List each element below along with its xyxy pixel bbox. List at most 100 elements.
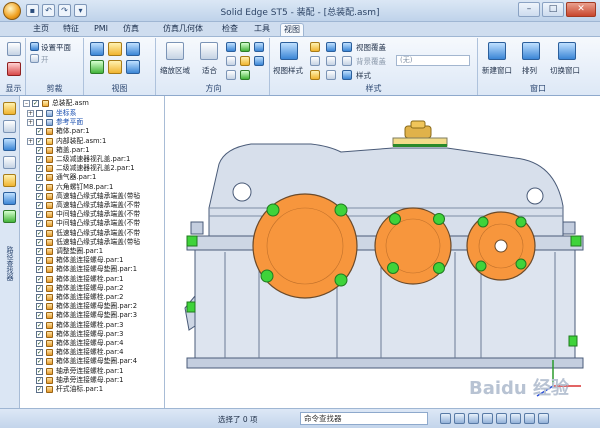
checkbox-checked-icon[interactable]: ✓ — [36, 386, 43, 393]
family-icon[interactable] — [3, 210, 16, 223]
view-overlay-icon[interactable] — [342, 42, 352, 52]
checkbox-checked-icon[interactable]: ✓ — [36, 248, 43, 255]
zoom-area-tool-icon[interactable] — [496, 413, 507, 424]
background-button[interactable]: 背景覆盖 — [356, 56, 386, 67]
fit-tool-icon[interactable] — [454, 413, 465, 424]
tab-home[interactable]: 主页 — [28, 23, 54, 36]
zoom-area-button[interactable]: 缩放区域 — [160, 65, 190, 76]
view-iso-icon[interactable] — [108, 42, 122, 56]
command-finder-input[interactable]: 命令查找器 — [300, 412, 428, 425]
zoom-area-icon[interactable] — [166, 42, 184, 60]
zoom-icon[interactable] — [226, 42, 236, 52]
view-front-icon[interactable] — [90, 42, 104, 56]
checkbox-checked-icon[interactable]: ✓ — [36, 192, 43, 200]
new-window-icon[interactable] — [488, 42, 506, 60]
checkbox-checked-icon[interactable]: ✓ — [36, 376, 43, 384]
checkbox-checked-icon[interactable]: ✓ — [36, 128, 43, 136]
arrange-icon[interactable] — [522, 42, 540, 60]
style-icon[interactable] — [342, 70, 352, 80]
set-plane-button[interactable]: 设置平面 — [41, 42, 71, 53]
switch-window-button[interactable]: 切换窗口 — [550, 65, 580, 76]
checkbox-checked-icon[interactable]: ✓ — [36, 202, 43, 209]
checkbox-unchecked-icon[interactable] — [36, 110, 43, 117]
rotate-icon[interactable] — [254, 42, 264, 52]
checkbox-checked-icon[interactable]: ✓ — [36, 156, 43, 163]
tab-view[interactable]: 视图 — [280, 23, 304, 36]
edges-icon[interactable] — [310, 56, 320, 66]
plane-toggle-icon[interactable] — [30, 54, 39, 63]
checkbox-checked-icon[interactable]: ✓ — [32, 100, 39, 107]
globe-icon[interactable] — [326, 42, 336, 52]
arrange-button[interactable]: 排列 — [522, 65, 537, 76]
view-overlay-button[interactable]: 视图覆盖 — [356, 42, 386, 53]
parts-library-icon[interactable] — [3, 156, 16, 169]
checkbox-checked-icon[interactable]: ✓ — [36, 275, 43, 283]
views-tool-icon[interactable] — [524, 413, 535, 424]
gearbox-model[interactable]: Baidu 经验 — [165, 96, 600, 408]
view-orient-tool-icon[interactable] — [510, 413, 521, 424]
view-right-icon[interactable] — [90, 60, 104, 74]
display-icon[interactable] — [7, 62, 21, 76]
tab-features[interactable]: 特征 — [58, 23, 84, 36]
shading-icon[interactable] — [310, 42, 320, 52]
layers-icon[interactable] — [3, 120, 16, 133]
checkbox-checked-icon[interactable]: ✓ — [36, 358, 43, 366]
checkbox-unchecked-icon[interactable] — [36, 119, 43, 127]
lighting-icon[interactable] — [310, 70, 320, 80]
view-style-icon[interactable] — [280, 42, 298, 60]
tab-simulation[interactable]: 仿真 — [118, 23, 144, 36]
previous-view-icon[interactable] — [226, 70, 236, 80]
checkbox-checked-icon[interactable]: ✓ — [36, 266, 43, 274]
switch-window-icon[interactable] — [558, 42, 576, 60]
checkbox-checked-icon[interactable]: ✓ — [36, 238, 43, 246]
minimize-button[interactable]: – — [518, 2, 540, 17]
pathfinder-icon[interactable] — [3, 102, 16, 115]
checkbox-checked-icon[interactable]: ✓ — [36, 284, 43, 292]
checkbox-checked-icon[interactable]: ✓ — [36, 294, 43, 301]
common-views-icon[interactable] — [240, 70, 250, 80]
help-tool-icon[interactable] — [538, 413, 549, 424]
fit-button[interactable]: 适合 — [202, 65, 217, 76]
spin-icon[interactable] — [240, 56, 250, 66]
pathfinder-tab-label[interactable]: 路径查找器 — [6, 246, 15, 281]
checkbox-checked-icon[interactable]: ✓ — [36, 257, 43, 265]
set-plane-icon[interactable] — [30, 42, 39, 51]
zoom-out-icon[interactable] — [226, 56, 236, 66]
shadow-icon[interactable] — [326, 56, 336, 66]
expand-icon[interactable]: + — [27, 137, 34, 145]
background-dropdown[interactable]: (无) — [396, 55, 470, 66]
checkbox-checked-icon[interactable]: ✓ — [36, 137, 43, 145]
plane-open-toggle[interactable]: 开 — [41, 54, 49, 65]
graphics-window[interactable]: Baidu 经验 — [165, 96, 600, 408]
checkbox-checked-icon[interactable]: ✓ — [36, 340, 43, 347]
feature-library-icon[interactable] — [3, 192, 16, 205]
tab-tools[interactable]: 工具 — [250, 23, 274, 36]
sensor-icon[interactable] — [3, 138, 16, 151]
pan-icon[interactable] — [240, 42, 250, 52]
new-window-button[interactable]: 新建窗口 — [482, 65, 512, 76]
checkbox-checked-icon[interactable]: ✓ — [36, 183, 43, 191]
rotate-tool-icon[interactable] — [482, 413, 493, 424]
checkbox-checked-icon[interactable]: ✓ — [36, 229, 43, 237]
tab-simulation-geometry[interactable]: 仿真几何体 — [158, 23, 208, 36]
view-dimetric-icon[interactable] — [108, 60, 122, 74]
view-back-icon[interactable] — [126, 60, 140, 74]
select-tools-icon[interactable] — [3, 174, 16, 187]
checkbox-checked-icon[interactable]: ✓ — [36, 174, 43, 182]
checkbox-checked-icon[interactable]: ✓ — [36, 367, 43, 375]
checkbox-checked-icon[interactable]: ✓ — [36, 211, 43, 219]
checkbox-checked-icon[interactable]: ✓ — [36, 220, 43, 228]
view-style-button[interactable]: 视图样式 — [273, 65, 303, 76]
maximize-button[interactable]: □ — [542, 2, 564, 17]
checkbox-checked-icon[interactable]: ✓ — [36, 321, 43, 329]
fit-icon[interactable] — [200, 42, 218, 60]
zoom-tool-icon[interactable] — [440, 413, 451, 424]
close-button[interactable]: ✕ — [566, 2, 596, 17]
sketch-view-icon[interactable] — [254, 56, 264, 66]
tab-pmi[interactable]: PMI — [90, 23, 112, 36]
expand-icon[interactable]: + — [27, 110, 34, 117]
checkbox-checked-icon[interactable]: ✓ — [36, 165, 43, 173]
expand-icon[interactable]: + — [27, 119, 34, 127]
pane-icon[interactable] — [7, 42, 21, 56]
pan-tool-icon[interactable] — [468, 413, 479, 424]
